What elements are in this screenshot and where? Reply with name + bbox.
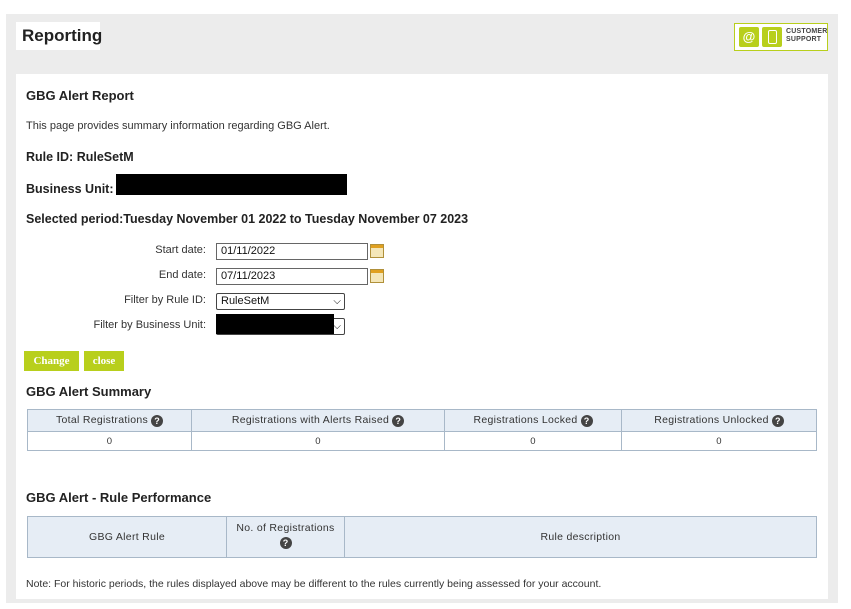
page-title-bar: Reporting [16,22,103,50]
redacted-business-unit-select [216,314,334,334]
reporting-container: Reporting @ CUSTOMER SUPPORT GBG Alert Re… [6,14,838,603]
customer-support-widget[interactable]: @ CUSTOMER SUPPORT [734,23,828,51]
summary-value-locked: 0 [444,431,622,451]
business-unit-filter-label: Filter by Business Unit: [93,319,206,331]
chevron-down-icon: ⌵ [333,321,341,332]
rule-id-select[interactable]: RuleSetM ⌵ [216,293,345,310]
summary-value-alerts: 0 [191,431,445,451]
rule-id-select-value: RuleSetM [221,295,270,307]
help-icon[interactable]: ? [771,414,784,427]
summary-value-total: 0 [27,431,192,451]
calendar-icon[interactable] [370,244,384,258]
phone-icon[interactable] [762,27,782,47]
report-title: GBG Alert Report [26,88,134,103]
performance-table: GBG Alert Rule No. of Registrations? Rul… [27,516,817,558]
calendar-icon[interactable] [370,269,384,283]
perf-col-registrations: No. of Registrations? [226,516,345,558]
start-date-label: Start date: [155,244,206,256]
chevron-down-icon: ⌵ [333,296,341,307]
historic-note: Note: For historic periods, the rules di… [26,578,602,590]
summary-col-locked: Registrations Locked? [444,409,622,432]
help-icon[interactable]: ? [392,414,405,427]
rule-filter-label: Filter by Rule ID: [124,294,206,306]
end-date-label: End date: [158,269,206,281]
rule-id-heading: Rule ID: RuleSetM [26,150,134,164]
perf-col-description: Rule description [344,516,817,558]
help-icon[interactable]: ? [279,537,292,550]
help-icon[interactable]: ? [580,414,593,427]
summary-table: Total Registrations? Registrations with … [27,409,817,451]
customer-support-label: CUSTOMER SUPPORT [786,28,828,43]
change-button[interactable]: Change [24,351,79,371]
page-title: Reporting [22,26,103,45]
report-panel: GBG Alert Report This page provides summ… [16,74,828,599]
start-date-input[interactable]: 01/11/2022 [216,243,368,260]
summary-value-unlocked: 0 [621,431,817,451]
report-intro: This page provides summary information r… [26,120,330,132]
performance-title: GBG Alert - Rule Performance [26,490,212,505]
selected-period: Selected period:Tuesday November 01 2022… [26,212,469,226]
business-unit-heading: Business Unit: [26,182,114,196]
email-icon[interactable]: @ [739,27,759,47]
summary-title: GBG Alert Summary [26,384,152,399]
summary-col-alerts: Registrations with Alerts Raised? [191,409,445,432]
redacted-business-unit [116,174,347,195]
summary-header-row: Total Registrations? Registrations with … [27,409,817,432]
summary-col-total: Total Registrations? [27,409,192,432]
table-row: 0 0 0 0 [27,431,817,451]
close-button[interactable]: close [84,351,124,371]
end-date-input[interactable]: 07/11/2023 [216,268,368,285]
performance-header-row: GBG Alert Rule No. of Registrations? Rul… [27,516,817,558]
help-icon[interactable]: ? [151,414,164,427]
perf-col-rule: GBG Alert Rule [27,516,227,558]
summary-col-unlocked: Registrations Unlocked? [621,409,817,432]
